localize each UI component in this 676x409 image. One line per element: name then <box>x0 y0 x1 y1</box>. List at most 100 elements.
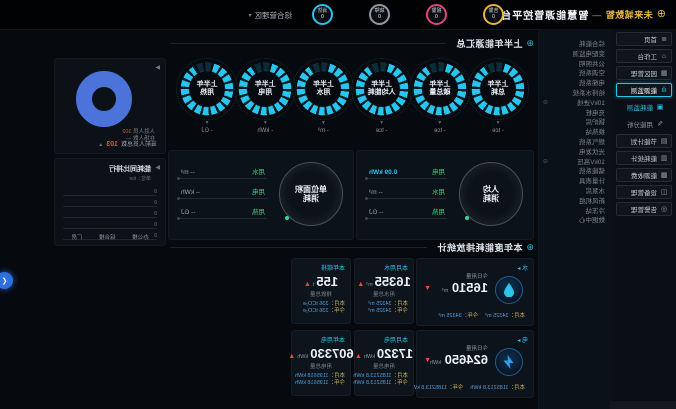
personnel-panel: ▶ 入驻人员 102 在场人数 — 当前人员总数 103 ▲ <box>54 58 166 154</box>
menu-item-icon: ▩ <box>660 171 668 179</box>
tree-item[interactable]: 充电桩 <box>543 109 605 119</box>
consumption-value: -- m³ <box>369 189 383 196</box>
tree-item[interactable]: 水泵房 <box>543 187 605 197</box>
tree-item[interactable]: 光伏发电 <box>543 148 605 158</box>
tree-item[interactable]: 给排水系统 <box>543 89 605 99</box>
sidebar-device-tree: 综合能耗 变配电监测 公共照明 空调系统 电梯系统 <box>538 29 612 409</box>
gauge-value-unit: - kWh <box>238 128 292 134</box>
park-selector-dropdown[interactable]: 综合管理区 ▾ <box>248 10 292 21</box>
stat-card-value-row: 155 t ▲ <box>292 274 350 289</box>
tree-item-label: 计量表具 <box>579 177 605 187</box>
gauge-label-line1: 上半年 <box>429 81 450 90</box>
tree-item[interactable]: 综合能耗 <box>543 40 605 50</box>
drawer-expand-button[interactable]: ❮ <box>0 272 13 289</box>
tree-item[interactable]: 储能系统 <box>543 167 605 177</box>
ranking-x-labels: 办公楼 综合楼 厂房 <box>63 233 157 241</box>
stat-footer-line2: 今年：1185213.8 kWh <box>355 380 413 387</box>
circle-title-line1: 单位面积 <box>295 185 327 195</box>
tree-item[interactable]: 燃气系统 <box>543 138 605 148</box>
collapse-toggle-icon[interactable]: ▶ <box>155 164 160 171</box>
stat-footer-line2: 今年：1195618 kWh <box>292 380 350 387</box>
menu-item-icon: ✎ <box>656 120 664 128</box>
sidebar-menu-item[interactable]: ılı 能源监测 <box>616 83 672 97</box>
circle-title-line1: 人均 <box>483 185 499 195</box>
consumption-label: 用电 <box>432 166 445 176</box>
bottom-strip <box>610 401 676 409</box>
stat-sublabel: 排放总量 <box>292 290 350 298</box>
stat-value: 16355 <box>375 274 411 289</box>
trend-arrow-icon: ▲ <box>355 353 362 360</box>
tree-item[interactable]: 换热站 <box>543 128 605 138</box>
ranking-gridline: 0 <box>63 207 157 218</box>
gauge-ring: 上半年 用水 <box>296 62 350 116</box>
tree-item-label: 换热站 <box>586 128 606 138</box>
water-tab[interactable]: 水 ▸ <box>517 263 528 272</box>
lightning-bolt-icon <box>495 348 523 376</box>
stat-label: 今日用量 <box>466 272 488 280</box>
gauge-value-unit: - tce <box>413 128 467 134</box>
collapse-toggle-icon[interactable]: ▶ <box>155 64 160 71</box>
sidebar-menu-item[interactable]: ▦ 园区管理 <box>616 66 672 80</box>
tree-item[interactable]: 冷冻站 <box>543 207 605 217</box>
energy-ranking-panel: ▶ 能耗同比排行 单位：tce 0 0 0 0 <box>54 158 166 246</box>
page-title: 智慧能源管控平台 <box>500 7 588 22</box>
tree-item-label: 锅炉房 <box>586 118 606 128</box>
sidebar-menu-item[interactable]: ✎ 用能分析 <box>616 117 672 131</box>
tree-item[interactable]: 10kV进线 ⊖ <box>543 99 605 109</box>
tree-toggle-icon[interactable]: ⊖ <box>543 158 548 168</box>
tree-item[interactable]: 计量表具 <box>543 177 605 187</box>
sidebar-menu-item[interactable]: ▣ 能耗监测 <box>616 100 672 114</box>
tree-item[interactable]: 电梯系统 <box>543 79 605 89</box>
menu-item-icon: ◫ <box>660 188 668 196</box>
ranking-unit-note: 单位：tce <box>129 175 151 182</box>
consumption-row: 用电 -- kWh <box>179 179 267 199</box>
sidebar-menu-item[interactable]: ▥ 能耗统计 <box>616 151 672 165</box>
menu-item-icon: ▤ <box>660 137 668 145</box>
status-badge[interactable]: 消防 0 <box>312 4 333 25</box>
sidebar-menu-item[interactable]: ▩ 能源收费 <box>616 168 672 182</box>
stat-footer-line2: 今年：34325 m³ <box>355 308 413 315</box>
gauge-label-line2: 用热 <box>200 89 214 98</box>
status-badge[interactable]: 故障 0 <box>369 4 390 25</box>
energy-gauge: 上半年 用水 ▼ - m³ <box>296 62 350 134</box>
stat-footer-line1: 本月：34325 m³ <box>355 301 413 308</box>
sidebar-menu-item[interactable]: ≣ 首页 <box>616 32 672 46</box>
consumption-rows: 用水 -- m³ 用电 -- kWh 用热 -- GJ <box>179 159 267 219</box>
per-capita-consumption-card: 人均 消耗 用电 0.09 kWh 用水 -- m³ 用热 -- GJ <box>356 150 534 240</box>
brand-logo-icon: ⊕ <box>657 9 666 20</box>
consumption-row: 用水 -- m³ <box>367 179 447 199</box>
tree-item-label: 10kV进线 <box>577 99 605 109</box>
tree-item[interactable]: 数据中心 <box>543 216 605 226</box>
tree-item[interactable]: 变配电监测 <box>543 50 605 60</box>
menu-item-icon: ılı <box>660 87 668 94</box>
energy-gauge: 上半年 总耗 ▼ - tce <box>471 62 525 134</box>
tree-item[interactable]: 锅炉房 <box>543 118 605 128</box>
tree-item[interactable]: 空调系统 <box>543 69 605 79</box>
electricity-tab[interactable]: 电 ▸ <box>517 335 528 344</box>
per-capita-circle: 人均 消耗 <box>459 162 523 226</box>
tree-toggle-icon[interactable]: ⊖ <box>543 99 548 109</box>
consumption-value: -- GJ <box>181 209 195 216</box>
tree-item[interactable]: 10kV高压 ⊖ <box>543 158 605 168</box>
menu-item-label: 园区管理 <box>631 68 657 78</box>
sidebar-menu-item[interactable]: ⌂ 工作台 <box>616 49 672 63</box>
stat-sublabel: 用电总量 <box>292 362 350 370</box>
sidebar-menu-item[interactable]: ◫ 设备管理 <box>616 185 672 199</box>
sidebar-main-menu: ≣ 首页 ⌂ 工作台 ▦ 园区管理 ılı 能源监测 ▣ 能耗监测 <box>611 29 676 409</box>
tree-item[interactable]: 公共照明 <box>543 60 605 70</box>
stat-card-header: 本年用电 <box>292 331 350 344</box>
sidebar-menu-item[interactable]: ◎ 告警管理 <box>616 202 672 216</box>
stat-card-value-row: 607330 kWh ▲ <box>292 346 350 361</box>
status-badge[interactable]: 告警 0 <box>483 4 504 25</box>
status-badge[interactable]: 报警 0 <box>426 4 447 25</box>
sidebar-menu-item[interactable]: ▤ 节能计划 <box>616 134 672 148</box>
consumption-label: 用热 <box>432 206 445 216</box>
stat-value: 16510 m³ <box>442 280 488 295</box>
stat-card-value-row: 16355 m³ ▲ <box>355 274 413 289</box>
tree-item[interactable]: 新风机组 <box>543 197 605 207</box>
gauge-label-line2: 总耗 <box>491 89 505 98</box>
gauge-value-unit: - GJ <box>180 128 234 134</box>
x-label: 厂房 <box>71 233 82 241</box>
status-badge-value: 0 <box>492 14 495 20</box>
tree-item-label: 水泵房 <box>586 187 606 197</box>
